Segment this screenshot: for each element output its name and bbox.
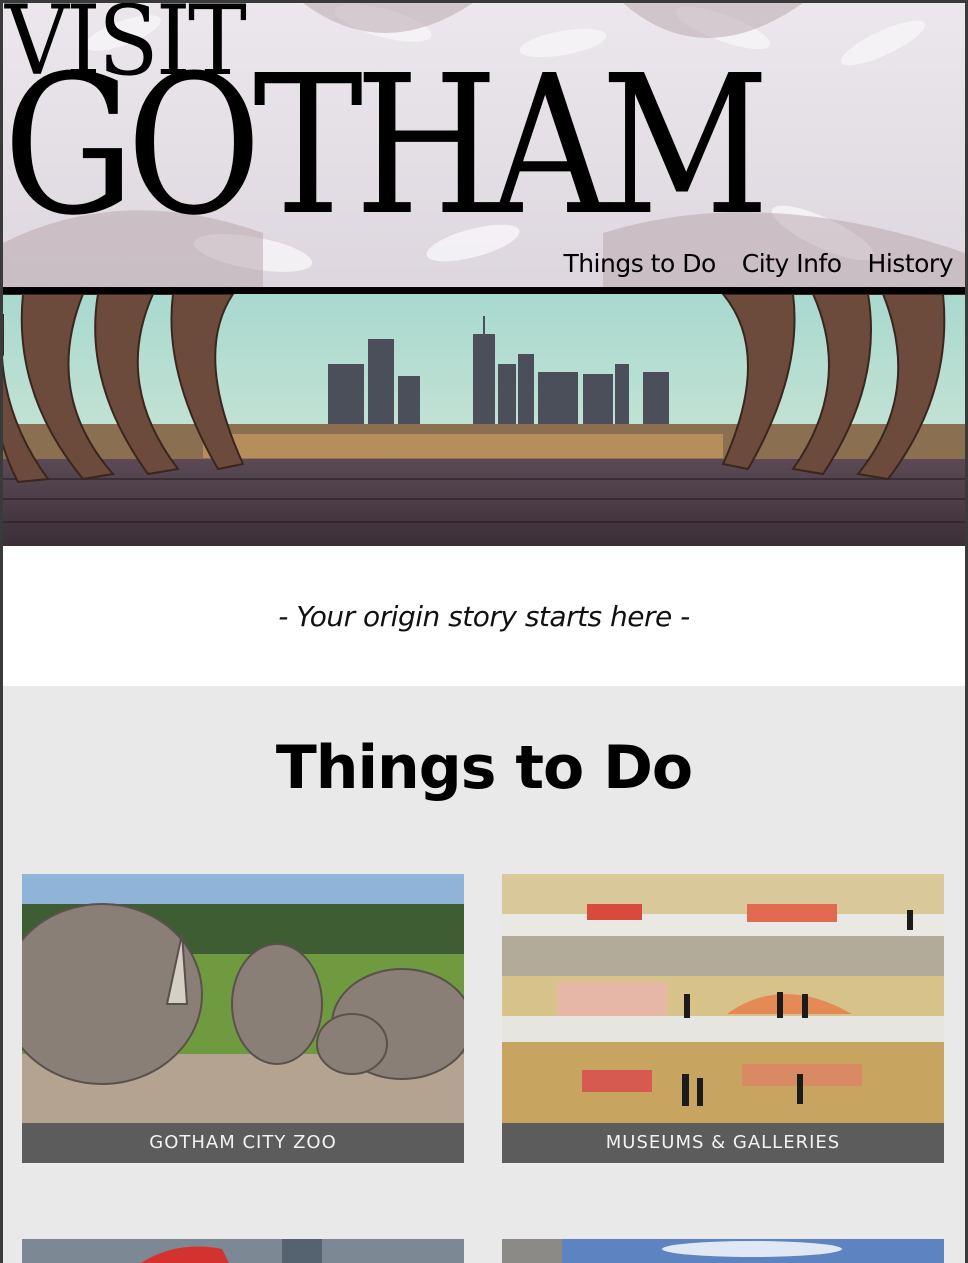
brand-gotham-text: GOTHAM — [3, 35, 770, 258]
tagline-text: - Your origin story starts here - — [278, 600, 690, 633]
main-nav: Things to Do City Info History — [563, 249, 953, 278]
card-preview-4[interactable] — [502, 1239, 944, 1263]
site-header: VISIT GOTHAM Things to Do City Info Hist… — [3, 3, 965, 291]
header-divider — [3, 287, 965, 294]
tagline-band: - Your origin story starts here - — [3, 546, 965, 686]
nav-city-info[interactable]: City Info — [742, 249, 842, 278]
card-preview-photo — [22, 1239, 464, 1263]
rhino-photo — [22, 874, 464, 1123]
nav-history[interactable]: History — [868, 249, 954, 278]
card-caption: MUSEUMS & GALLERIES — [502, 1123, 944, 1163]
hero-image — [3, 294, 965, 546]
page: VISIT GOTHAM Things to Do City Info Hist… — [3, 3, 965, 1263]
section-title: Things to Do — [275, 733, 693, 803]
museum-photo — [502, 874, 944, 1123]
card-museums-galleries[interactable]: MUSEUMS & GALLERIES — [502, 874, 944, 1163]
card-caption: GOTHAM CITY ZOO — [22, 1123, 464, 1163]
card-preview-3[interactable] — [22, 1239, 464, 1263]
nav-things-to-do[interactable]: Things to Do — [563, 249, 716, 278]
card-gotham-city-zoo[interactable]: GOTHAM CITY ZOO — [22, 874, 464, 1163]
card-preview-photo — [502, 1239, 944, 1263]
city-skyline-image — [3, 294, 965, 546]
